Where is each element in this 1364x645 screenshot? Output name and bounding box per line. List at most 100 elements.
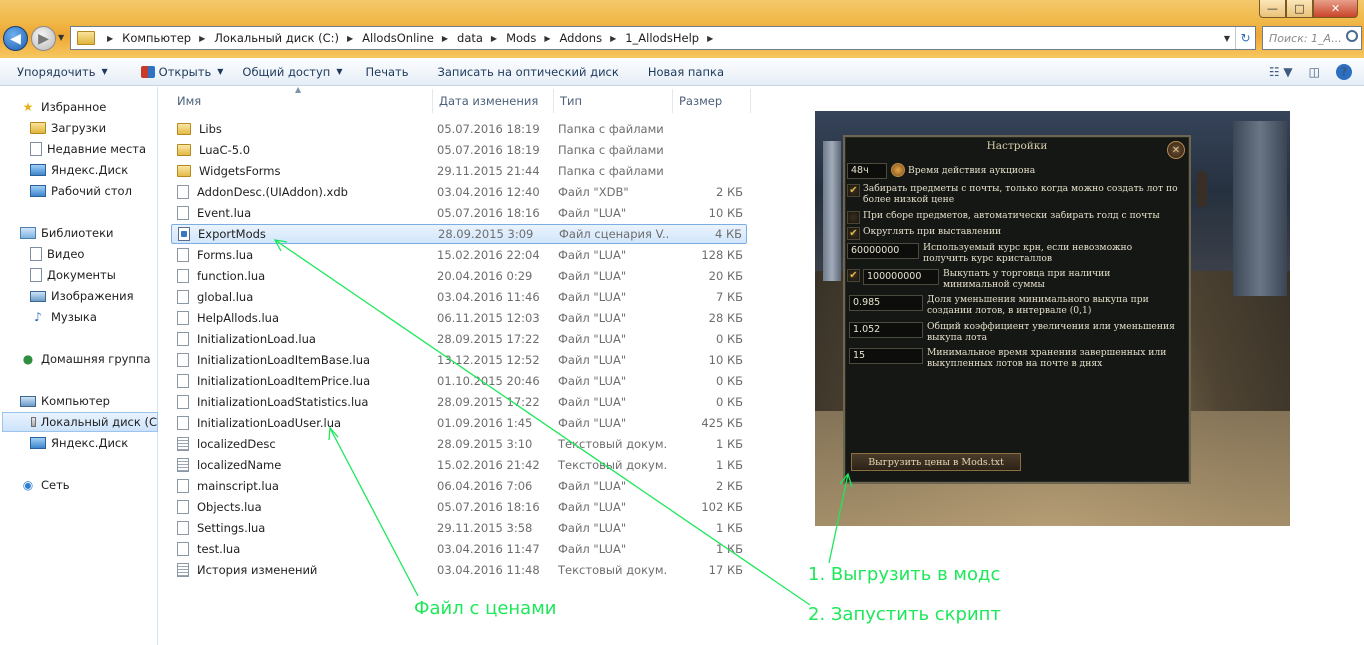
- factor2-label: Общий коэффициент увеличения или уменьше…: [927, 321, 1175, 343]
- file-row[interactable]: global.lua 03.04.2016 11:46 Файл "LUA" 7 КБ: [171, 287, 747, 307]
- open-button[interactable]: Открыть ▼: [117, 58, 233, 86]
- file-row[interactable]: Event.lua 05.07.2016 18:16 Файл "LUA" 10 КБ: [171, 203, 747, 223]
- checkbox-checked-icon[interactable]: ✔: [847, 227, 860, 240]
- sidebar-item-yandex-disk[interactable]: Яндекс.Диск: [30, 160, 128, 180]
- file-name: InitializationLoad.lua: [177, 332, 316, 346]
- sidebar-item-computer[interactable]: Компьютер: [20, 391, 110, 411]
- burn-button[interactable]: Записать на оптический диск: [418, 58, 628, 86]
- sidebar-item-recent[interactable]: Недавние места: [30, 139, 146, 159]
- factor2-field[interactable]: 1.052: [849, 322, 923, 338]
- breadcrumb-item[interactable]: Компьютер: [122, 31, 191, 45]
- breadcrumb-item[interactable]: Локальный диск (C:): [214, 31, 339, 45]
- settings-panel: Настройки ✕ 48ч Время действия аукциона …: [843, 135, 1191, 484]
- chevron-right-icon[interactable]: ▶: [491, 34, 497, 43]
- file-row[interactable]: localizedName 15.02.2016 21:42 Текстовый д…: [171, 455, 747, 475]
- chevron-right-icon[interactable]: ▶: [707, 34, 713, 43]
- chevron-right-icon[interactable]: ▶: [610, 34, 616, 43]
- buyout-field[interactable]: 100000000: [863, 269, 939, 285]
- maximize-button[interactable]: □: [1286, 0, 1313, 18]
- close-icon[interactable]: ✕: [1167, 141, 1185, 159]
- chevron-right-icon[interactable]: ▶: [347, 34, 353, 43]
- file-row[interactable]: Libs 05.07.2016 18:19 Папка с файлами: [171, 119, 747, 139]
- auction-duration-field[interactable]: 48ч: [847, 163, 887, 179]
- organize-button[interactable]: Упорядочить ▼: [0, 58, 117, 86]
- text-file-icon: [177, 458, 189, 472]
- minimize-button[interactable]: —: [1259, 0, 1286, 18]
- file-row[interactable]: LuaC-5.0 05.07.2016 18:19 Папка с файлами: [171, 140, 747, 160]
- checkbox-checked-icon[interactable]: ✔: [847, 184, 860, 197]
- sidebar-item-yandex-disk-2[interactable]: Яндекс.Диск: [30, 433, 128, 453]
- search-input[interactable]: Поиск: 1_A...: [1262, 26, 1362, 50]
- file-row[interactable]: WidgetsForms 29.11.2015 21:44 Папка с файл…: [171, 161, 747, 181]
- sidebar-item-music[interactable]: ♪ Музыка: [30, 307, 97, 327]
- view-mode-icon[interactable]: ☷ ▼: [1269, 65, 1293, 79]
- file-row[interactable]: Settings.lua 29.11.2015 3:58 Файл "LUA" 1 К…: [171, 518, 747, 538]
- breadcrumb-item[interactable]: Addons: [559, 31, 602, 45]
- breadcrumb-item[interactable]: data: [457, 31, 483, 45]
- sidebar-item-downloads[interactable]: Загрузки: [30, 118, 106, 138]
- sidebar-item-documents[interactable]: Документы: [30, 265, 116, 285]
- new-folder-button[interactable]: Новая папка: [628, 58, 733, 86]
- file-list: ▲ Имя Дата изменения Тип Размер Libs 05.0…: [159, 85, 809, 645]
- file-row[interactable]: История изменений 03.04.2016 11:48 Текстов…: [171, 560, 747, 580]
- chevron-right-icon[interactable]: ▶: [199, 34, 205, 43]
- file-row[interactable]: InitializationLoadItemBase.lua 13.12.2015…: [171, 350, 747, 370]
- help-icon[interactable]: ?: [1336, 64, 1352, 80]
- chevron-right-icon[interactable]: ▶: [442, 34, 448, 43]
- checkbox-unchecked-icon[interactable]: ✔: [847, 211, 860, 224]
- file-row[interactable]: mainscript.lua 06.04.2016 7:06 Файл "LUA" 2…: [171, 476, 747, 496]
- file-row[interactable]: localizedDesc 28.09.2015 3:10 Текстовый до…: [171, 434, 747, 454]
- exchange-rate-field[interactable]: 60000000: [847, 243, 919, 259]
- file-row[interactable]: InitializationLoadUser.lua 01.09.2016 1:4…: [171, 413, 747, 433]
- close-button[interactable]: ✕: [1313, 0, 1358, 18]
- file-icon: [177, 521, 189, 535]
- column-header-size[interactable]: Размер: [673, 89, 751, 113]
- sidebar-item-pictures[interactable]: Изображения: [30, 286, 134, 306]
- file-row[interactable]: function.lua 20.04.2016 0:29 Файл "LUA" 20 …: [171, 266, 747, 286]
- export-prices-button[interactable]: Выгрузить цены в Mods.txt: [851, 453, 1021, 471]
- forward-button[interactable]: ▶: [31, 26, 56, 51]
- refresh-icon[interactable]: ↻: [1235, 27, 1255, 49]
- days-field[interactable]: 15: [849, 348, 923, 364]
- sidebar-item-libraries[interactable]: Библиотеки: [20, 223, 114, 243]
- breadcrumb-item[interactable]: Mods: [506, 31, 536, 45]
- checkbox-checked-icon[interactable]: ✔: [847, 269, 860, 282]
- column-header-name[interactable]: Имя: [171, 89, 433, 113]
- file-row[interactable]: test.lua 03.04.2016 11:47 Файл "LUA" 1 КБ: [171, 539, 747, 559]
- chevron-right-icon[interactable]: ▶: [544, 34, 550, 43]
- file-row[interactable]: Forms.lua 15.02.2016 22:04 Файл "LUA" 128 К…: [171, 245, 747, 265]
- sidebar-item-homegroup[interactable]: ● Домашняя группа: [20, 349, 151, 369]
- file-size: 1 КБ: [715, 458, 743, 472]
- address-bar[interactable]: ▶ Компьютер ▶ Локальный диск (C:) ▶ Allo…: [70, 26, 1256, 50]
- share-button[interactable]: Общий доступ ▼: [232, 58, 351, 86]
- column-header-type[interactable]: Тип: [554, 89, 673, 113]
- file-row[interactable]: Objects.lua 05.07.2016 18:16 Файл "LUA" 102…: [171, 497, 747, 517]
- file-row[interactable]: ExportMods 28.09.2015 3:09 Файл сценария V…: [171, 224, 747, 244]
- file-date: 03.04.2016 12:40: [437, 185, 540, 199]
- sidebar-item-local-disk[interactable]: Локальный диск (С: [2, 412, 158, 432]
- sidebar-item-favorites[interactable]: ★ Избранное: [20, 97, 107, 117]
- preview-pane-icon[interactable]: ◫: [1309, 65, 1320, 79]
- factor1-field[interactable]: 0.985: [849, 295, 923, 311]
- back-button[interactable]: ◀: [3, 26, 28, 51]
- file-date: 05.07.2016 18:19: [437, 143, 540, 157]
- file-name: InitializationLoadUser.lua: [177, 416, 341, 430]
- folder-icon: [77, 31, 95, 45]
- recent-pages-dropdown[interactable]: ▼: [58, 33, 64, 42]
- drive-icon: [31, 417, 36, 427]
- address-dropdown-icon[interactable]: ▼: [1219, 34, 1235, 43]
- option-label: Округлять при выставлении: [863, 226, 1002, 237]
- breadcrumb-item[interactable]: AllodsOnline: [362, 31, 434, 45]
- sidebar-item-video[interactable]: Видео: [30, 244, 84, 264]
- sidebar-item-desktop[interactable]: Рабочий стол: [30, 181, 132, 201]
- file-row[interactable]: HelpAllods.lua 06.11.2015 12:03 Файл "LUA"…: [171, 308, 747, 328]
- print-button[interactable]: Печать: [351, 58, 417, 86]
- file-row[interactable]: InitializationLoadItemPrice.lua 01.10.201…: [171, 371, 747, 391]
- file-row[interactable]: InitializationLoadStatistics.lua 28.09.20…: [171, 392, 747, 412]
- column-header-date[interactable]: Дата изменения: [433, 89, 554, 113]
- file-row[interactable]: InitializationLoad.lua 28.09.2015 17:22 Фа…: [171, 329, 747, 349]
- file-row[interactable]: AddonDesc.(UIAddon).xdb 03.04.2016 12:40 Ф…: [171, 182, 747, 202]
- chevron-right-icon[interactable]: ▶: [107, 34, 113, 43]
- breadcrumb-item[interactable]: 1_AllodsHelp: [625, 31, 699, 45]
- sidebar-item-network[interactable]: ◉ Сеть: [20, 475, 70, 495]
